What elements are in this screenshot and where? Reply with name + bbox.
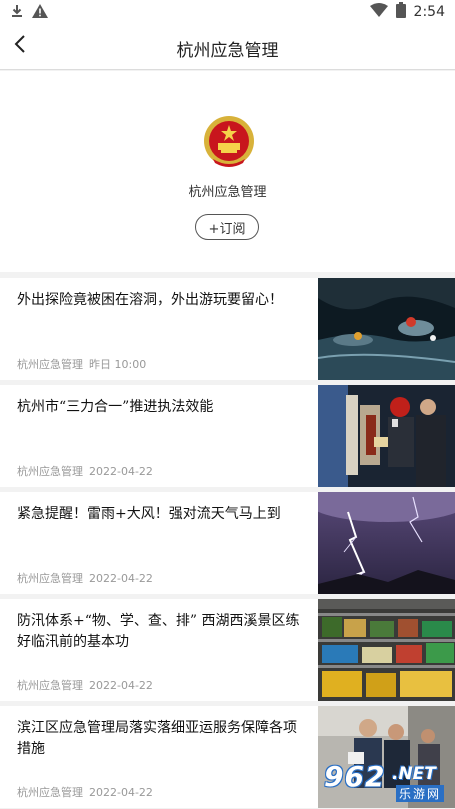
article-title: 防汛体系+“物、学、查、排” 西湖西溪景区练好临汛前的基本功 bbox=[17, 613, 300, 650]
national-emblem-icon bbox=[203, 115, 255, 169]
article-date: 2022-04-22 bbox=[89, 465, 153, 478]
inspection-photo bbox=[318, 385, 455, 487]
article-source: 杭州应急管理 bbox=[17, 679, 83, 692]
article-meta: 杭州应急管理 昨日 10:00 bbox=[17, 356, 152, 372]
article-meta: 杭州应急管理 2022-04-22 bbox=[17, 463, 159, 479]
clock-text: 2:54 bbox=[413, 4, 445, 20]
status-bar: 2:54 bbox=[0, 0, 455, 24]
article-item[interactable]: 滨江区应急管理局落实落细亚运服务保障各项措施 杭州应急管理 2022-04-22 bbox=[0, 706, 455, 808]
article-meta: 杭州应急管理 2022-04-22 bbox=[17, 570, 159, 586]
battery-icon bbox=[395, 2, 406, 22]
download-icon bbox=[10, 3, 24, 22]
page-title: 杭州应急管理 bbox=[176, 41, 279, 61]
wifi-icon bbox=[369, 3, 388, 21]
meeting-photo bbox=[318, 706, 455, 808]
article-item[interactable]: 外出探险竟被困在溶洞，外出游玩要留心！ 杭州应急管理 昨日 10:00 bbox=[0, 278, 455, 380]
article-meta: 杭州应急管理 2022-04-22 bbox=[17, 784, 159, 800]
article-title: 杭州市“三力合一”推进执法效能 bbox=[17, 399, 214, 415]
lightning-photo bbox=[318, 492, 455, 594]
subscribe-button[interactable]: +订阅 bbox=[195, 214, 259, 240]
article-source: 杭州应急管理 bbox=[17, 786, 83, 799]
article-title: 外出探险竟被困在溶洞，外出游玩要留心！ bbox=[17, 292, 283, 308]
cave-rescue-photo bbox=[318, 278, 455, 380]
article-date: 2022-04-22 bbox=[89, 679, 153, 692]
warehouse-photo bbox=[318, 599, 455, 701]
article-title: 滨江区应急管理局落实落细亚运服务保障各项措施 bbox=[17, 720, 297, 757]
article-date: 2022-04-22 bbox=[89, 786, 153, 799]
article-source: 杭州应急管理 bbox=[17, 572, 83, 585]
article-date: 昨日 10:00 bbox=[89, 358, 147, 371]
article-item[interactable]: 紧急提醒！雷雨+大风！强对流天气马上到 杭州应急管理 2022-04-22 bbox=[0, 492, 455, 594]
nav-bar: 杭州应急管理 bbox=[0, 24, 455, 70]
article-item[interactable]: 杭州市“三力合一”推进执法效能 杭州应急管理 2022-04-22 bbox=[0, 385, 455, 487]
article-source: 杭州应急管理 bbox=[17, 465, 83, 478]
account-name: 杭州应急管理 bbox=[188, 185, 267, 200]
article-date: 2022-04-22 bbox=[89, 572, 153, 585]
article-source: 杭州应急管理 bbox=[17, 358, 83, 371]
account-header: 杭州应急管理 +订阅 bbox=[0, 71, 455, 272]
article-item[interactable]: 防汛体系+“物、学、查、排” 西湖西溪景区练好临汛前的基本功 杭州应急管理 202… bbox=[0, 599, 455, 701]
article-meta: 杭州应急管理 2022-04-22 bbox=[17, 677, 159, 693]
warning-icon bbox=[32, 3, 48, 22]
article-title: 紧急提醒！雷雨+大风！强对流天气马上到 bbox=[17, 506, 281, 522]
